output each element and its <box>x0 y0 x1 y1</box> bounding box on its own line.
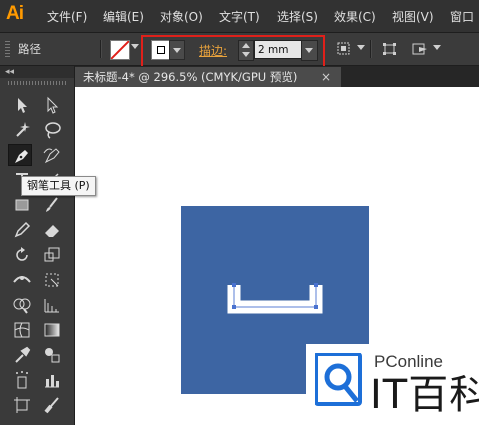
menu-type[interactable]: 文字(T) <box>219 8 260 25</box>
fill-swatch[interactable] <box>110 40 130 60</box>
toolbox: ◂◂ <box>0 66 75 425</box>
direct-selection-tool[interactable] <box>40 94 64 116</box>
pconline-logo-icon <box>315 353 362 406</box>
symbol-sprayer-tool[interactable] <box>10 369 34 391</box>
align-grid-icon[interactable] <box>335 40 355 58</box>
width-icon <box>13 276 31 283</box>
watermark-brand: PConline <box>374 352 443 371</box>
eyedropper-icon <box>15 346 31 363</box>
watermark: PConline IT百科 <box>306 344 479 425</box>
divider <box>100 40 102 58</box>
divider <box>370 40 372 58</box>
rectangle-tool[interactable] <box>10 194 34 216</box>
selection-arrow-icon <box>18 98 27 113</box>
free-transform-tool[interactable] <box>40 269 64 291</box>
menu-object[interactable]: 对象(O) <box>160 8 203 25</box>
artboard-tool[interactable] <box>10 394 34 416</box>
document-tab-bar: 未标题-4* @ 296.5% (CMYK/GPU 预览) × <box>75 66 479 87</box>
symbol-sprayer-icon <box>16 371 28 389</box>
collapse-icon[interactable]: ◂◂ <box>5 67 14 77</box>
menu-effect[interactable]: 效果(C) <box>334 8 376 25</box>
rectangle-icon <box>15 199 29 211</box>
mesh-tool[interactable] <box>10 319 34 341</box>
perspective-grid-icon <box>44 299 59 313</box>
scale-icon <box>44 247 60 262</box>
toolbox-grip[interactable] <box>8 81 66 85</box>
pencil-icon <box>14 221 31 238</box>
watermark-wordmark: IT百科 <box>370 372 479 418</box>
rotate-tool[interactable] <box>10 244 34 266</box>
column-graph-tool[interactable] <box>40 369 64 391</box>
chevron-down-icon[interactable] <box>433 45 441 50</box>
slice-tool[interactable] <box>40 394 64 416</box>
magic-wand-icon <box>16 122 30 137</box>
app-logo: Ai <box>6 3 24 24</box>
selection-tool[interactable] <box>10 94 34 116</box>
menu-bar: Ai 文件(F) 编辑(E) 对象(O) 文字(T) 选择(S) 效果(C) 视… <box>0 0 479 33</box>
menu-select[interactable]: 选择(S) <box>277 8 318 25</box>
document-tab-title: 未标题-4* @ 296.5% (CMYK/GPU 预览) <box>83 70 298 84</box>
eraser-tool[interactable] <box>40 219 64 241</box>
menu-file[interactable]: 文件(F) <box>47 8 87 25</box>
gradient-icon <box>44 323 60 337</box>
free-transform-icon <box>45 273 59 287</box>
pen-tool-tooltip: 钢笔工具 (P) <box>21 176 96 196</box>
toolbox-header: ◂◂ <box>0 66 74 78</box>
lasso-tool[interactable] <box>40 119 64 141</box>
slice-icon <box>44 397 59 414</box>
mesh-icon <box>14 322 30 338</box>
shape-builder-icon <box>13 298 31 314</box>
menu-view[interactable]: 视图(V) <box>392 8 434 25</box>
blend-tool[interactable] <box>40 344 64 366</box>
paintbrush-icon <box>46 197 58 212</box>
eyedropper-tool[interactable] <box>10 344 34 366</box>
pen-tool[interactable] <box>8 144 32 166</box>
artboard-icon <box>14 397 30 413</box>
rotate-icon <box>16 247 28 261</box>
no-fill-icon <box>111 41 129 59</box>
menu-window[interactable]: 窗口 <box>450 8 474 25</box>
fill-dropdown-arrow[interactable] <box>131 44 139 49</box>
stroke-highlight-box <box>141 35 325 69</box>
width-tool[interactable] <box>10 269 34 291</box>
column-graph-icon <box>45 375 59 388</box>
close-icon[interactable]: × <box>321 67 331 87</box>
scale-tool[interactable] <box>40 244 64 266</box>
paintbrush-tool[interactable] <box>40 194 64 216</box>
shape-builder-tool[interactable] <box>10 294 34 316</box>
lasso-icon <box>45 122 61 139</box>
control-bar-grip[interactable] <box>5 41 10 57</box>
transform-icon[interactable] <box>380 40 400 58</box>
isolate-icon[interactable] <box>410 40 430 58</box>
chevron-down-icon[interactable] <box>357 45 365 50</box>
menu-edit[interactable]: 编辑(E) <box>103 8 144 25</box>
perspective-grid-tool[interactable] <box>40 294 64 316</box>
direct-selection-arrow-icon <box>47 96 59 114</box>
document-tab[interactable]: 未标题-4* @ 296.5% (CMYK/GPU 预览) × <box>75 67 341 87</box>
selection-type-label: 路径 <box>18 42 41 56</box>
curvature-pen-icon <box>43 148 60 164</box>
blend-icon <box>45 348 60 363</box>
canvas[interactable]: PConline IT百科 <box>75 87 479 425</box>
pencil-tool[interactable] <box>10 219 34 241</box>
pen-icon <box>15 150 28 163</box>
eraser-icon <box>45 225 59 237</box>
gradient-tool[interactable] <box>40 319 64 341</box>
magic-wand-tool[interactable] <box>10 119 34 141</box>
curvature-tool[interactable] <box>40 144 64 166</box>
